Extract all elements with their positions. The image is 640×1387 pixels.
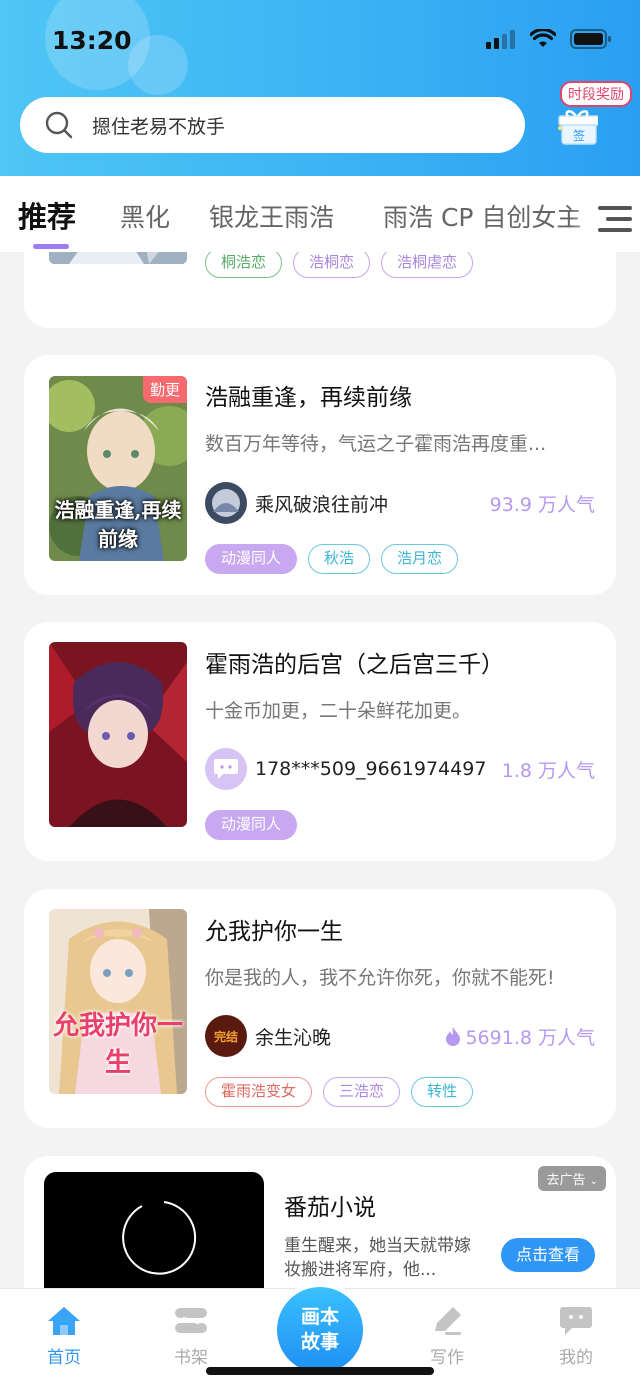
tag[interactable]: 三浩恋 (323, 1077, 401, 1107)
book-card[interactable]: 浩融重逢,再续前缘 勤更 浩融重逢，再续前缘 数百万年等待，气运之子霍雨浩再度重… (24, 355, 616, 595)
nav-write[interactable]: 写作 (397, 1305, 497, 1368)
ad-video-thumbnail[interactable] (44, 1172, 264, 1288)
author-row: 完结 余生沁晚 5691.8 万人气 (205, 1015, 595, 1057)
ad-title: 番茄小说 (284, 1195, 376, 1221)
book-feed: 桐浩恋 浩桐恋 浩桐虐恋 浩融重逢,再续前缘 勤更 浩融重逢，再续前缘 数百万年… (0, 252, 640, 1288)
time-reward-badge[interactable]: 时段奖励 (560, 81, 632, 107)
center-button-label: 画本故事 (300, 1306, 339, 1353)
nav-home[interactable]: 首页 (14, 1305, 114, 1368)
tag[interactable]: 浩桐恋 (293, 252, 371, 278)
cover-illustration (49, 642, 187, 827)
tag[interactable]: 浩桐虐恋 (381, 252, 474, 278)
book-description: 十金币加更，二十朵鲜花加更。 (205, 700, 472, 722)
battery-icon (570, 29, 611, 49)
search-icon (45, 111, 73, 139)
gift-signin-icon[interactable]: 签 (556, 108, 598, 146)
author-avatar[interactable]: 完结 (205, 1015, 247, 1057)
author-avatar[interactable] (205, 748, 247, 790)
tag[interactable]: 桐浩恋 (205, 252, 283, 278)
tab-silver-dragon[interactable]: 银龙王雨浩 (209, 198, 334, 234)
popularity-value: 5691.8 万人气 (465, 1026, 595, 1049)
tag-list: 动漫同人 秋浩 浩月恋 (205, 544, 459, 574)
chat-icon (560, 1307, 592, 1335)
nav-write-label: 写作 (430, 1348, 464, 1368)
status-time: 13:20 (52, 26, 132, 55)
active-tab-indicator (33, 244, 69, 249)
book-cover (49, 252, 187, 264)
search-placeholder: 摁住老易不放手 (92, 115, 226, 138)
pen-icon (435, 1307, 461, 1335)
gift-label: 签 (573, 128, 585, 143)
book-cover: 浩融重逢,再续前缘 勤更 (49, 376, 187, 561)
tag[interactable]: 动漫同人 (205, 810, 298, 840)
cover-title: 允我护你一生 (52, 1011, 183, 1078)
tag[interactable]: 霍雨浩变女 (205, 1077, 313, 1107)
tab-recommend[interactable]: 推荐 (18, 194, 76, 236)
author-name[interactable]: 178***509_9661974497 (255, 758, 486, 780)
tag-list: 动漫同人 (205, 810, 298, 840)
tag-list: 霍雨浩变女 三浩恋 转性 (205, 1077, 474, 1107)
book-title: 霍雨浩的后宫（之后宫三千） (205, 652, 504, 678)
book-card[interactable]: 霍雨浩的后宫（之后宫三千） 十金币加更，二十朵鲜花加更。 178***509_9… (24, 622, 616, 861)
nav-mine-label: 我的 (559, 1348, 593, 1368)
signal-icon (486, 30, 515, 49)
popularity: 5691.8 万人气 (445, 1023, 595, 1050)
remove-ad-label: 去广告 (546, 1173, 586, 1188)
book-description: 你是我的人，我不允许你死，你就不能死! (205, 967, 555, 989)
author-name[interactable]: 乘风破浪往前冲 (255, 490, 388, 517)
book-title: 允我护你一生 (205, 919, 343, 945)
popularity-value: 93.9 万人气 (489, 493, 595, 516)
book-cover: 允我护你一生 (49, 909, 187, 1094)
nav-home-label: 首页 (47, 1348, 81, 1368)
tag-list: 桐浩恋 浩桐恋 浩桐虐恋 (205, 252, 474, 278)
author-row: 乘风破浪往前冲 93.9 万人气 (205, 482, 595, 524)
story-comic-button[interactable]: 画本故事 (277, 1287, 363, 1373)
decor-bubble (128, 35, 188, 95)
book-description: 数百万年等待，气运之子霍雨浩再度重... (205, 433, 547, 455)
popularity: 93.9 万人气 (490, 490, 595, 517)
home-icon (48, 1307, 80, 1335)
author-row: 178***509_9661974497 1.8 万人气 (205, 748, 595, 790)
home-indicator (206, 1367, 434, 1375)
header: 13:20 摁住老易不放手 时段奖励 签 (0, 0, 640, 176)
book-card[interactable]: 允我护你一生 允我护你一生 你是我的人，我不允许你死，你就不能死! 完结 余生沁… (24, 889, 616, 1128)
book-card[interactable]: 桐浩恋 浩桐恋 浩桐虐恋 (24, 252, 616, 328)
tab-cp-original[interactable]: 雨浩 CP 自创女主 (383, 198, 581, 234)
tab-dark[interactable]: 黑化 (120, 198, 170, 234)
tag[interactable]: 转性 (411, 1077, 474, 1107)
cover-title: 浩融重逢,再续前缘 (54, 498, 182, 551)
nav-bookshelf[interactable]: 书架 (141, 1305, 241, 1368)
chevron-down-icon: ⌄ (589, 1176, 598, 1187)
tag[interactable]: 浩月恋 (381, 544, 459, 574)
status-icons (486, 28, 612, 50)
loading-spinner-icon (122, 1201, 197, 1275)
popularity-value: 1.8 万人气 (501, 759, 595, 782)
flame-icon (446, 1027, 461, 1046)
nav-bookshelf-label: 书架 (174, 1348, 208, 1368)
author-avatar[interactable] (205, 482, 247, 524)
tag[interactable]: 秋浩 (308, 544, 371, 574)
ad-description: 重生醒来，她当天就带嫁妆搬进将军府，他... (284, 1236, 471, 1280)
search-bar[interactable]: 摁住老易不放手 (20, 97, 525, 153)
avatar-text: 完结 (213, 1029, 238, 1044)
tag[interactable]: 动漫同人 (205, 544, 298, 574)
wifi-icon (530, 29, 556, 47)
bookshelf-icon (175, 1308, 207, 1333)
ad-view-button[interactable]: 点击查看 (501, 1238, 595, 1272)
ad-card[interactable]: 去广告 ⌄ 番茄小说 重生醒来，她当天就带嫁妆搬进将军府，他... 点击查看 (24, 1156, 616, 1288)
chat-bubble-avatar-icon (214, 759, 238, 779)
frequent-update-badge: 勤更 (142, 376, 187, 403)
remove-ad-button[interactable]: 去广告 ⌄ (538, 1166, 606, 1191)
popularity: 1.8 万人气 (502, 756, 595, 783)
book-title: 浩融重逢，再续前缘 (205, 385, 412, 411)
category-menu-icon[interactable] (598, 204, 632, 234)
author-name[interactable]: 余生沁晚 (255, 1023, 331, 1050)
book-cover (49, 642, 187, 827)
category-tabs: 推荐 黑化 银龙王雨浩 雨浩 CP 自创女主 (0, 176, 640, 252)
nav-mine[interactable]: 我的 (526, 1305, 626, 1368)
